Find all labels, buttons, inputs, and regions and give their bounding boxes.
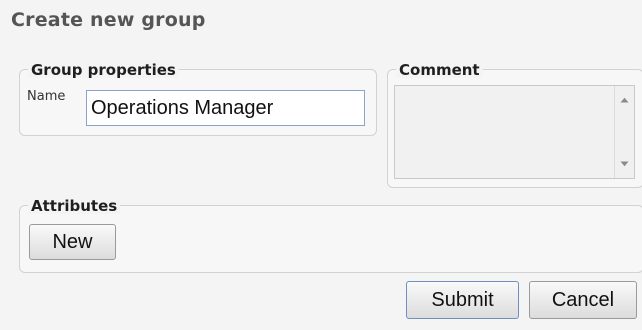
dialog-title: Create new group	[11, 9, 206, 31]
name-input[interactable]	[86, 90, 365, 126]
comment-legend: Comment	[396, 62, 483, 78]
group-properties-legend: Group properties	[28, 62, 179, 78]
comment-textarea[interactable]	[394, 85, 635, 179]
name-label: Name	[27, 89, 66, 104]
scroll-down-arrow-icon[interactable]	[615, 156, 634, 172]
group-properties-panel: Group properties Name	[19, 62, 377, 136]
scroll-up-arrow-icon[interactable]	[615, 92, 634, 108]
submit-button[interactable]: Submit	[406, 281, 519, 319]
attributes-legend: Attributes	[28, 198, 121, 214]
attributes-panel: Attributes New	[19, 198, 642, 273]
comment-scrollbar[interactable]	[614, 86, 634, 178]
comment-panel: Comment	[387, 62, 642, 188]
cancel-button[interactable]: Cancel	[529, 281, 637, 319]
new-attribute-button[interactable]: New	[29, 224, 116, 260]
